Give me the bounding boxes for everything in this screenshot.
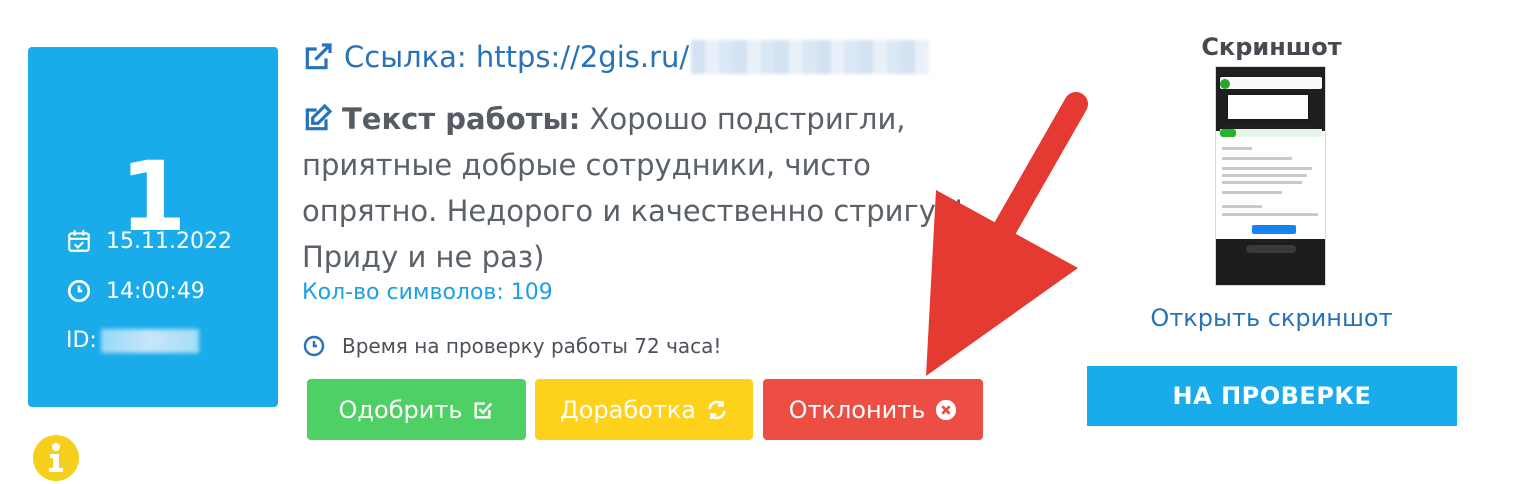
task-id-row: ID:: [66, 328, 199, 353]
task-text: Текст работы: Хорошо подстригли, приятны…: [302, 96, 992, 280]
task-date: 15.11.2022: [106, 228, 232, 254]
status-badge: НА ПРОВЕРКЕ: [1087, 366, 1457, 426]
link-url-blurred: [691, 40, 930, 74]
task-id-label: ID:: [66, 328, 97, 353]
thumbnail-line: [1222, 213, 1318, 216]
thumbnail-popup: [1228, 95, 1308, 119]
thumbnail-footer: [1216, 239, 1325, 285]
task-link[interactable]: Ссылка: https://2gis.ru/: [302, 40, 930, 74]
thumbnail-line: [1222, 174, 1307, 177]
thumbnail-line: [1222, 205, 1262, 208]
review-time-text: Время на проверку работы 72 часа!: [342, 334, 722, 358]
thumbnail-line: [1222, 157, 1292, 160]
reject-label: Отклонить: [788, 395, 926, 424]
thumbnail-search-bar: [1220, 77, 1322, 89]
thumbnail-line: [1222, 147, 1252, 150]
thumbnail-button: [1252, 225, 1296, 234]
task-time-row: 14:00:49: [66, 278, 205, 304]
approve-label: Одобрить: [338, 395, 463, 424]
times-circle-icon: [936, 399, 957, 420]
thumbnail-line: [1222, 167, 1312, 170]
task-id-blurred: [100, 328, 199, 353]
char-count: Кол-во символов: 109: [302, 280, 553, 305]
check-square-icon: [474, 401, 493, 419]
rework-button[interactable]: Доработка: [535, 379, 753, 440]
clock-icon: [303, 335, 325, 357]
edit-icon: [305, 103, 333, 131]
refresh-icon: [708, 400, 726, 419]
link-url[interactable]: https://2gis.ru/: [476, 40, 689, 74]
thumbnail-logo: [1220, 79, 1230, 89]
text-label: Текст работы:: [342, 102, 581, 136]
task-card: 1 15.11.2022 14:00:49 ID:: [28, 47, 278, 407]
approve-button[interactable]: Одобрить: [307, 379, 526, 440]
screenshot-title: Скриншот: [1201, 33, 1342, 61]
info-circle-icon[interactable]: [32, 434, 80, 482]
rework-label: Доработка: [559, 395, 697, 424]
task-date-row: 15.11.2022: [66, 228, 232, 254]
thumbnail-tabs: [1220, 129, 1322, 137]
link-label: Ссылка:: [344, 40, 467, 74]
clock-icon: [67, 279, 91, 303]
external-link-icon: [305, 43, 332, 70]
screenshot-thumbnail[interactable]: [1215, 66, 1326, 286]
thumbnail-line: [1222, 191, 1282, 194]
review-time-note: Время на проверку работы 72 часа!: [302, 334, 721, 358]
task-time: 14:00:49: [106, 278, 205, 304]
calendar-check-icon: [68, 230, 90, 252]
open-screenshot-link[interactable]: Открыть скриншот: [1140, 304, 1403, 332]
reject-button[interactable]: Отклонить: [763, 379, 983, 440]
thumbnail-line: [1222, 181, 1302, 184]
